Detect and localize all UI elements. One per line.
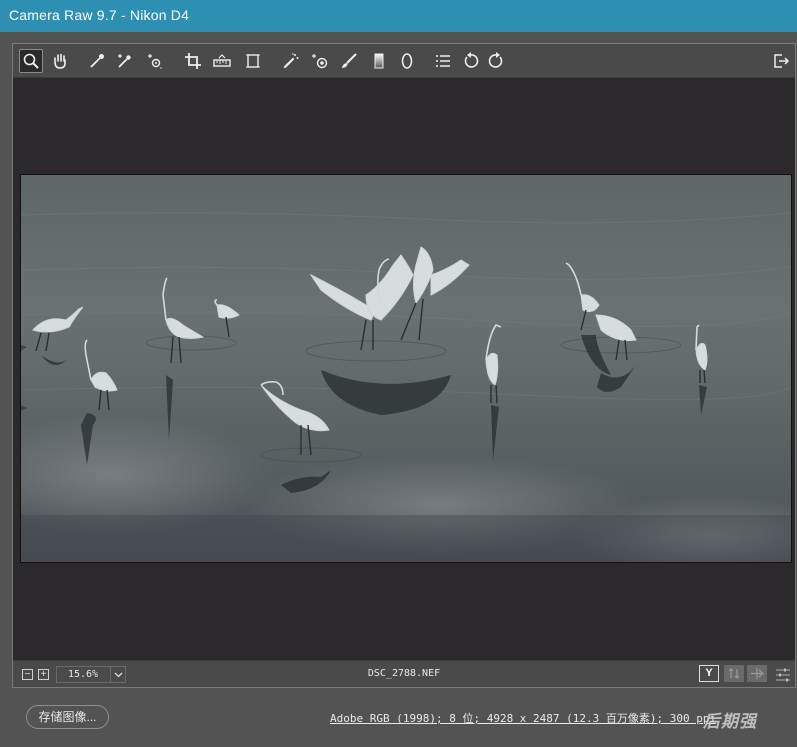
hand-tool[interactable] [48, 49, 72, 73]
status-bar: − + 15.6% DSC_2788.NEF Y [13, 660, 795, 687]
radial-filter-tool[interactable] [395, 49, 419, 73]
eyedropper-plus-icon [118, 54, 131, 68]
straighten-tool[interactable] [210, 49, 234, 73]
swap-icon [728, 668, 740, 679]
list-icon [436, 55, 450, 67]
window-title: Camera Raw 9.7 - Nikon D4 [9, 7, 190, 23]
rotate-cw-icon [488, 52, 503, 68]
toolbar [13, 44, 795, 78]
targeted-adjustment-tool[interactable] [143, 49, 167, 73]
spot-removal-tool[interactable] [279, 49, 303, 73]
preferences-button[interactable] [431, 49, 455, 73]
red-eye-tool[interactable] [308, 49, 332, 73]
brush-icon [342, 53, 357, 68]
brush-heal-icon [283, 53, 299, 69]
workflow-options-link[interactable]: Adobe RGB (1998); 8 位; 4928 x 2487 (12.3… [330, 710, 716, 726]
rotate-right-button[interactable] [484, 49, 508, 73]
rotate-left-button[interactable] [459, 49, 483, 73]
save-image-button[interactable]: 存储图像... [26, 705, 109, 729]
white-balance-tool[interactable] [85, 49, 109, 73]
bottom-bar: 存储图像... Adobe RGB (1998); 8 位; 4928 x 24… [0, 688, 797, 747]
transform-icon [246, 54, 260, 68]
target-adjust-icon [148, 54, 162, 69]
crop-icon [185, 53, 201, 69]
adjustment-brush-tool[interactable] [337, 49, 361, 73]
preview-settings-button[interactable] [771, 663, 795, 687]
before-after-toggle-button[interactable]: Y [699, 665, 719, 682]
egrets-photo [21, 175, 791, 562]
color-sampler-tool[interactable] [113, 49, 137, 73]
fullscreen-button[interactable] [769, 49, 793, 73]
hand-icon [54, 53, 66, 69]
gradient-icon [374, 53, 384, 69]
eye-plus-icon [312, 54, 328, 69]
magnifier-icon [23, 53, 39, 69]
ellipse-icon [401, 53, 413, 69]
sliders-icon [776, 668, 790, 682]
copy-settings-button[interactable] [747, 665, 767, 682]
graduated-filter-tool[interactable] [367, 49, 391, 73]
crop-tool[interactable] [181, 49, 205, 73]
rotate-ccw-icon [464, 52, 479, 68]
transform-tool[interactable] [241, 49, 265, 73]
photo-preview[interactable] [20, 174, 792, 563]
copy-arrow-icon [751, 668, 764, 679]
preview-canvas[interactable] [13, 78, 795, 660]
camera-raw-window: − + 15.6% DSC_2788.NEF Y [12, 43, 796, 688]
eyedropper-icon [90, 54, 104, 68]
swap-settings-button[interactable] [724, 665, 744, 682]
watermark-logo: 后期强 [703, 712, 757, 731]
export-icon [774, 54, 790, 68]
level-icon [213, 54, 231, 67]
filename-label: DSC_2788.NEF [367, 668, 441, 679]
title-bar: Camera Raw 9.7 - Nikon D4 [0, 0, 797, 32]
zoom-tool[interactable] [19, 49, 43, 73]
